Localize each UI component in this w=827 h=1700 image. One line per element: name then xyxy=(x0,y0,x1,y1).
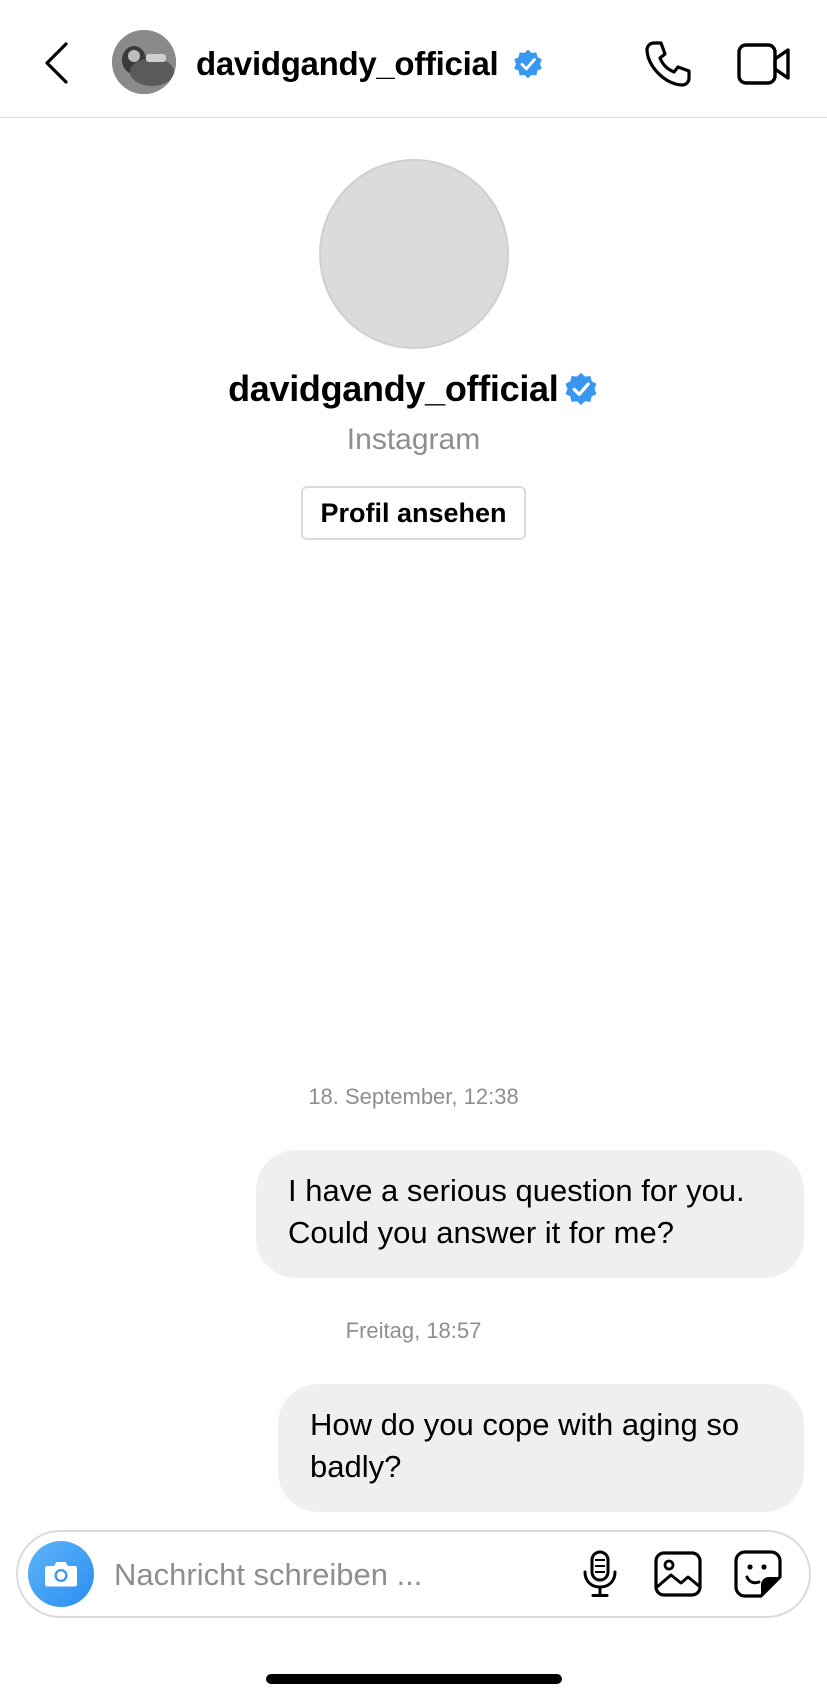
sticker-button[interactable] xyxy=(730,1546,786,1602)
header-avatar[interactable] xyxy=(112,30,176,94)
profile-username: davidgandy_official xyxy=(228,368,559,409)
message-text: I have a serious question for you. Could… xyxy=(288,1173,745,1250)
camera-button[interactable] xyxy=(28,1541,94,1607)
voice-message-button[interactable] xyxy=(572,1546,628,1602)
sent-message-bubble[interactable]: How do you cope with aging so badly? xyxy=(278,1384,804,1512)
profile-subtitle: Instagram xyxy=(346,423,481,456)
back-arrow-icon xyxy=(45,42,68,84)
verified-badge-icon xyxy=(565,372,597,406)
message-text: How do you cope with aging so badly? xyxy=(310,1407,740,1484)
message-timestamp: Freitag, 18:57 xyxy=(345,1318,482,1343)
chat-header: davidgandy_official xyxy=(0,0,827,118)
video-camera-icon xyxy=(737,43,790,85)
phone-icon xyxy=(645,41,691,87)
message-composer xyxy=(16,1530,811,1618)
profile-avatar[interactable] xyxy=(319,159,509,349)
header-username[interactable]: davidgandy_official xyxy=(196,44,499,84)
sticker-icon xyxy=(734,1550,782,1598)
gallery-icon xyxy=(654,1551,702,1597)
gallery-button[interactable] xyxy=(650,1546,706,1602)
view-profile-button[interactable]: Profil ansehen xyxy=(301,486,526,540)
microphone-icon xyxy=(583,1550,617,1597)
message-input[interactable] xyxy=(112,1548,516,1602)
profile-name-row: davidgandy_official xyxy=(0,368,827,410)
home-indicator xyxy=(266,1674,562,1684)
message-timestamp: 18. September, 12:38 xyxy=(308,1084,519,1109)
sent-message-bubble[interactable]: I have a serious question for you. Could… xyxy=(256,1150,804,1278)
voice-call-button[interactable] xyxy=(640,36,696,92)
verified-badge-icon xyxy=(514,49,542,79)
video-call-button[interactable] xyxy=(734,36,794,92)
back-button[interactable] xyxy=(36,38,76,88)
camera-icon xyxy=(45,1562,77,1587)
